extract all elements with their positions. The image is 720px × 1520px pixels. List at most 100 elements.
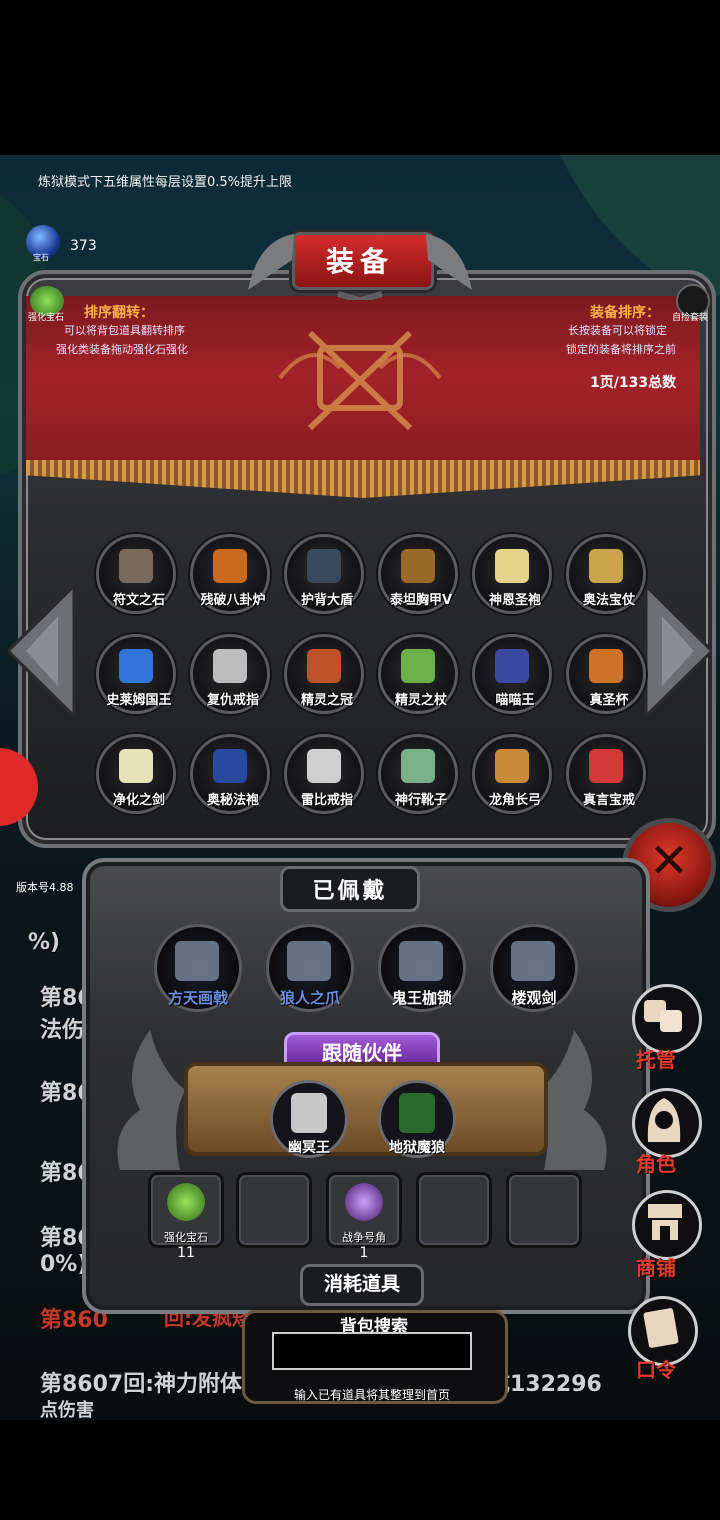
- inventory-item[interactable]: 雷比戒指: [284, 734, 364, 814]
- strengthen-gem-label: 强化宝石: [28, 313, 65, 323]
- consumable-slot[interactable]: 战争号角 1: [326, 1172, 402, 1261]
- sort-flip-title[interactable]: 排序翻转：: [84, 302, 154, 322]
- inventory-item[interactable]: 符文之石: [96, 534, 176, 614]
- item-icon: [213, 749, 247, 783]
- crossed-swords-emblem-icon: [278, 330, 442, 431]
- item-name: 龙角长弓: [488, 793, 541, 808]
- hooded-character-icon: [647, 1098, 681, 1142]
- character-label[interactable]: 角色: [636, 1148, 676, 1177]
- notice-text: 炼狱模式下五维属性每层设置0.5%提升上限: [38, 175, 293, 190]
- item-name: 精灵之冠: [300, 693, 353, 708]
- item-name: 真圣杯: [589, 693, 629, 708]
- item-name: 雷比戒指: [300, 793, 353, 808]
- item-name: 奥法宝仗: [582, 593, 635, 608]
- consumable-count: 11: [177, 1245, 195, 1261]
- item-name: 喵喵王: [495, 693, 535, 708]
- inventory-item[interactable]: 史莱姆国王: [96, 634, 176, 714]
- equipped-item-name: 狼人之爪: [279, 989, 340, 1007]
- item-name: 净化之剑: [112, 793, 165, 808]
- consumable-icon: [167, 1183, 205, 1221]
- consumable-icon: [345, 1183, 383, 1221]
- inventory-item[interactable]: 真圣杯: [566, 634, 646, 714]
- inventory-item[interactable]: 神恩圣袍: [472, 534, 552, 614]
- item-name: 史莱姆国王: [106, 693, 172, 708]
- equipped-slot[interactable]: 狼人之爪: [266, 924, 354, 1012]
- auto-host-label[interactable]: 托管: [636, 1044, 676, 1073]
- consumable-slot[interactable]: [506, 1172, 582, 1248]
- equip-sort-title[interactable]: 装备排序：: [590, 302, 660, 322]
- search-hint: 输入已有道具将其整理到首页: [293, 1388, 450, 1402]
- inventory-item[interactable]: 护背大盾: [284, 534, 364, 614]
- item-icon: [119, 549, 153, 583]
- item-name: 神行靴子: [394, 793, 447, 808]
- companion-slot[interactable]: 幽冥王: [270, 1080, 348, 1158]
- consumable-title: 消耗道具: [323, 1273, 400, 1295]
- companion-name: 地狱魔狼: [389, 1140, 445, 1156]
- item-name: 泰坦胸甲V: [389, 593, 453, 608]
- inventory-item[interactable]: 残破八卦炉: [190, 534, 270, 614]
- consumable-slot[interactable]: 强化宝石 11: [148, 1172, 224, 1261]
- item-icon: [307, 649, 341, 683]
- shop-icon: [648, 1204, 682, 1240]
- companion-name: 幽冥王: [288, 1140, 330, 1156]
- item-icon: [307, 549, 341, 583]
- equipped-item-icon: [175, 941, 219, 981]
- shop-label[interactable]: 商铺: [636, 1252, 676, 1281]
- code-label[interactable]: 口令: [636, 1354, 676, 1383]
- inventory-item[interactable]: 奥法宝仗: [566, 534, 646, 614]
- equip-sort-line: 长按装备可以将锁定: [568, 324, 667, 337]
- inventory-item[interactable]: 神行靴子: [378, 734, 458, 814]
- equipped-item-name: 鬼王枷锁: [391, 989, 452, 1007]
- item-icon: [589, 649, 623, 683]
- window-title: 装备: [325, 245, 394, 278]
- equipped-slot[interactable]: 方天画戟: [154, 924, 242, 1012]
- equipped-item-name: 楼观剑: [511, 989, 557, 1007]
- gem-count: 373: [70, 238, 97, 254]
- inventory-item[interactable]: 真言宝戒: [566, 734, 646, 814]
- log-line: %): [28, 930, 61, 955]
- search-input[interactable]: [272, 1332, 472, 1370]
- companion-slot[interactable]: 地狱魔狼: [378, 1080, 456, 1158]
- inventory-item[interactable]: 泰坦胸甲V: [378, 534, 458, 614]
- equipped-slot[interactable]: 鬼王枷锁: [378, 924, 466, 1012]
- item-name: 真言宝戒: [582, 793, 635, 808]
- consumable-name: 强化宝石: [164, 1231, 208, 1244]
- item-icon: [213, 549, 247, 583]
- inventory-item[interactable]: 精灵之冠: [284, 634, 364, 714]
- item-icon: [401, 649, 435, 683]
- version-label: 版本号4.88: [16, 881, 74, 894]
- inventory-item[interactable]: 龙角长弓: [472, 734, 552, 814]
- item-icon: [589, 549, 623, 583]
- inventory-item[interactable]: 喵喵王: [472, 634, 552, 714]
- item-icon: [119, 749, 153, 783]
- sort-flip-line: 强化类装备拖动强化石强化: [56, 343, 188, 356]
- item-icon: [495, 749, 529, 783]
- item-icon: [495, 549, 529, 583]
- scroll-icon: [643, 1308, 679, 1348]
- left-dragon-statue-icon: [117, 1030, 185, 1170]
- inventory-item[interactable]: 精灵之杖: [378, 634, 458, 714]
- item-icon: [307, 749, 341, 783]
- inventory-item[interactable]: 复仇戒指: [190, 634, 270, 714]
- item-icon: [119, 649, 153, 683]
- item-name: 残破八卦炉: [200, 593, 266, 608]
- equipped-item-icon: [511, 941, 555, 981]
- equipped-item-name: 方天画戟: [167, 989, 228, 1007]
- item-name: 复仇戒指: [206, 693, 259, 708]
- consumable-count: 1: [359, 1245, 369, 1261]
- item-icon: [401, 749, 435, 783]
- item-icon: [589, 749, 623, 783]
- inventory-item[interactable]: 净化之剑: [96, 734, 176, 814]
- consumable-slot[interactable]: [416, 1172, 492, 1248]
- log-line: 点伤害: [40, 1400, 94, 1418]
- equipped-slot[interactable]: 楼观剑: [490, 924, 578, 1012]
- consumable-slot[interactable]: [236, 1172, 312, 1248]
- previous-page-arrow-icon[interactable]: [8, 586, 78, 716]
- item-name: 奥秘法袍: [206, 793, 259, 808]
- equipped-title: 已佩戴: [312, 879, 388, 904]
- item-icon: [495, 649, 529, 683]
- companion-bar: [184, 1062, 548, 1156]
- sort-flip-line: 可以将背包道具翻转排序: [64, 324, 185, 337]
- inventory-item[interactable]: 奥秘法袍: [190, 734, 270, 814]
- item-name: 神恩圣袍: [488, 593, 541, 608]
